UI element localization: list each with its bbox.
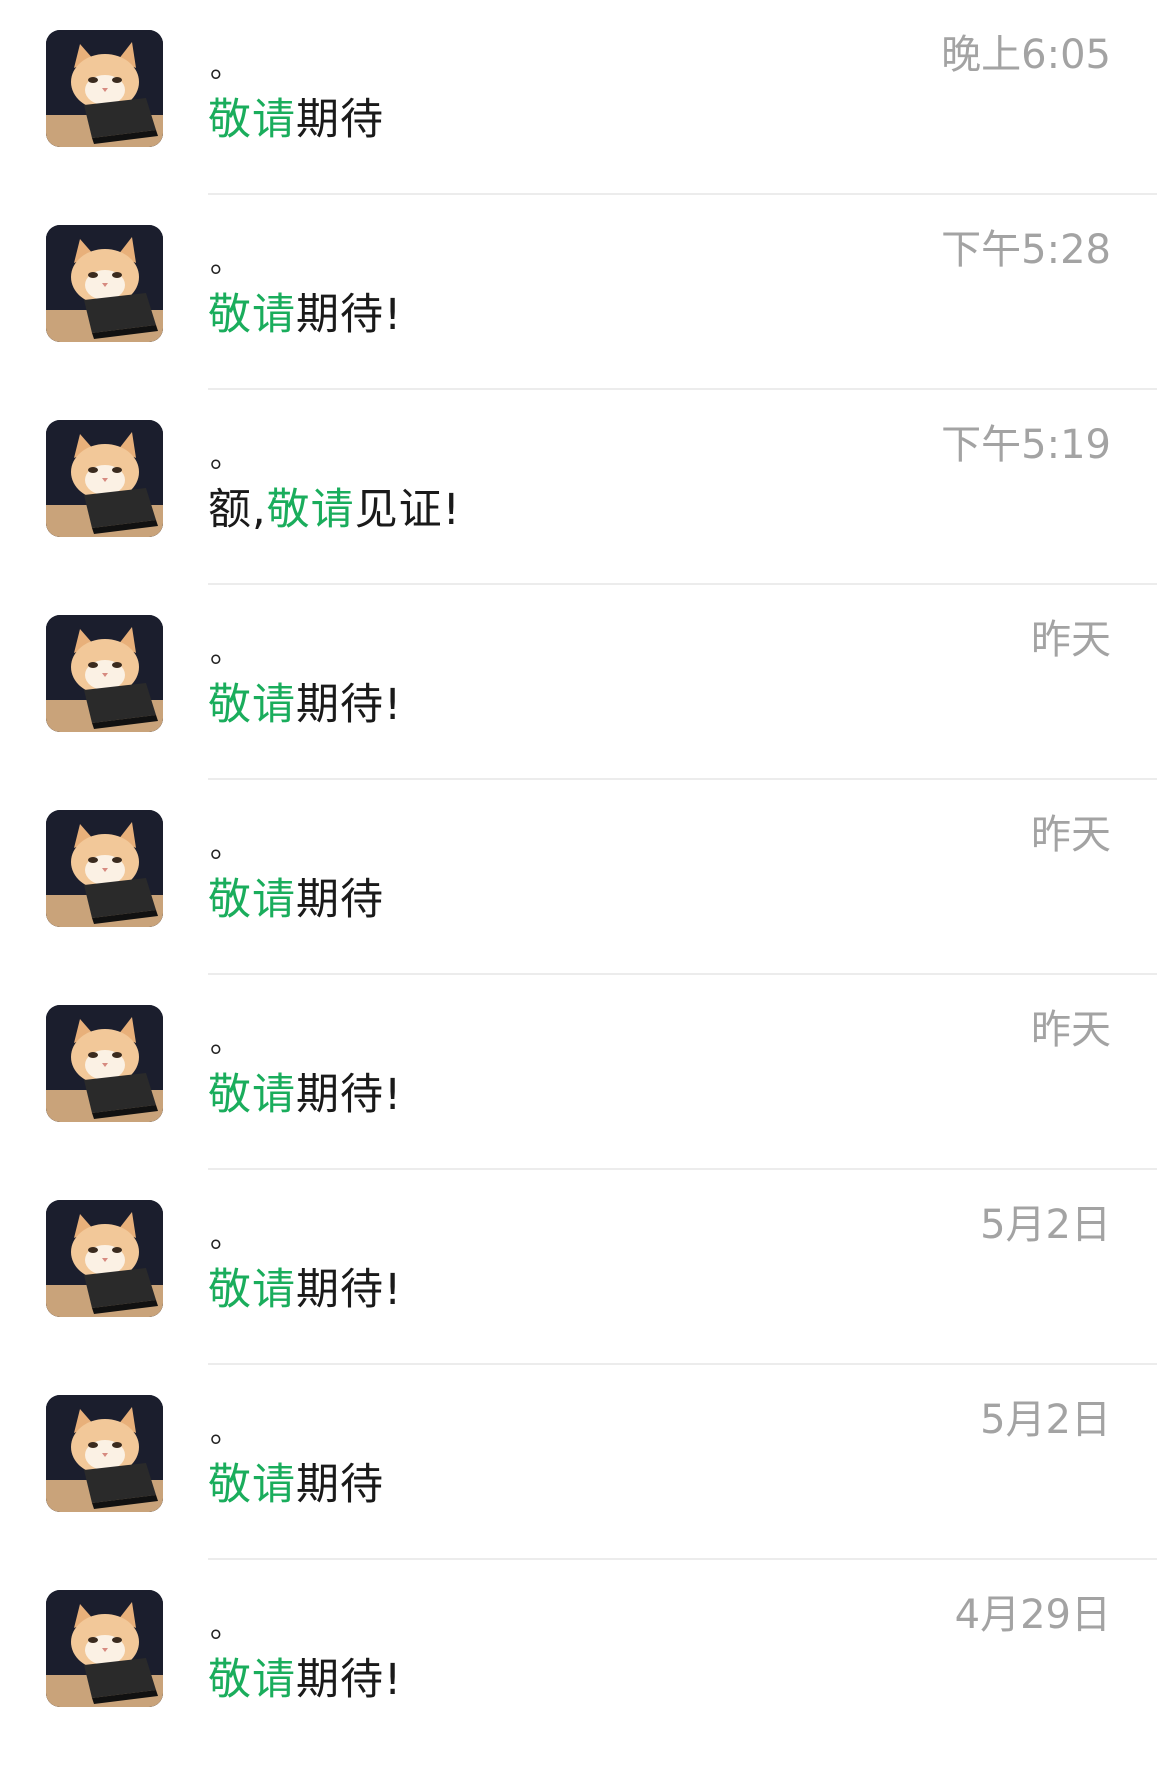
cat-avatar-icon[interactable] — [46, 810, 163, 927]
conversation-row[interactable]: 。 敬请期待 昨天 — [0, 780, 1175, 975]
cat-avatar-icon[interactable] — [46, 30, 163, 147]
conversation-row[interactable]: 。 额,敬请见证! 下午5:19 — [0, 390, 1175, 585]
message-preview: 敬请期待! — [208, 287, 402, 343]
contact-name: 。 — [210, 1025, 240, 1060]
message-time: 4月29日 — [954, 1592, 1111, 1638]
message-suffix: 期待 — [296, 95, 384, 145]
message-time: 昨天 — [1031, 1007, 1111, 1053]
contact-name: 。 — [210, 1415, 240, 1450]
cat-avatar-icon[interactable] — [46, 1005, 163, 1122]
cat-avatar-icon[interactable] — [46, 225, 163, 342]
message-time: 昨天 — [1031, 812, 1111, 858]
message-preview: 敬请期待! — [208, 1067, 402, 1123]
message-suffix: 见证! — [354, 485, 461, 535]
message-time: 5月2日 — [980, 1202, 1111, 1248]
message-time: 昨天 — [1031, 617, 1111, 663]
conversation-row[interactable]: 。 敬请期待! 昨天 — [0, 975, 1175, 1170]
contact-name: 。 — [210, 1610, 240, 1645]
message-time: 下午5:28 — [941, 227, 1111, 273]
cat-avatar-icon[interactable] — [46, 1590, 163, 1707]
cat-avatar-icon[interactable] — [46, 1200, 163, 1317]
message-suffix: 期待! — [296, 1655, 403, 1705]
search-highlight: 敬请 — [208, 1265, 296, 1315]
conversation-row[interactable]: 。 敬请期待 5月2日 — [0, 1365, 1175, 1560]
conversation-row[interactable]: 。 敬请期待! 4月29日 — [0, 1560, 1175, 1755]
message-time: 晚上6:05 — [941, 32, 1111, 78]
message-prefix: 额, — [208, 485, 267, 535]
conversation-row[interactable]: 。 敬请期待! 下午5:28 — [0, 195, 1175, 390]
search-highlight: 敬请 — [208, 680, 296, 730]
message-suffix: 期待! — [296, 680, 403, 730]
message-time: 5月2日 — [980, 1397, 1111, 1443]
contact-name: 。 — [210, 1220, 240, 1255]
message-suffix: 期待! — [296, 290, 403, 340]
conversation-row[interactable]: 。 敬请期待 晚上6:05 — [0, 0, 1175, 195]
message-preview: 敬请期待 — [208, 872, 384, 928]
search-highlight: 敬请 — [208, 290, 296, 340]
message-preview: 敬请期待! — [208, 677, 402, 733]
message-suffix: 期待! — [296, 1070, 403, 1120]
conversation-row[interactable]: 。 敬请期待! 昨天 — [0, 585, 1175, 780]
message-preview: 敬请期待! — [208, 1652, 402, 1708]
search-highlight: 敬请 — [208, 1655, 296, 1705]
message-suffix: 期待 — [296, 875, 384, 925]
contact-name: 。 — [210, 245, 240, 280]
search-highlight: 敬请 — [266, 485, 355, 535]
message-preview: 敬请期待! — [208, 1262, 402, 1318]
search-highlight: 敬请 — [208, 1070, 296, 1120]
search-highlight: 敬请 — [208, 875, 296, 925]
contact-name: 。 — [210, 440, 240, 475]
chat-search-results-list: 。 敬请期待 晚上6:05 。 敬请期待! 下午5:28 。 额,敬请见证! 下… — [0, 0, 1175, 1765]
contact-name: 。 — [210, 830, 240, 865]
cat-avatar-icon[interactable] — [46, 420, 163, 537]
message-preview: 敬请期待 — [208, 92, 384, 148]
message-preview: 额,敬请见证! — [208, 482, 461, 538]
conversation-row[interactable]: 。 敬请期待! 5月2日 — [0, 1170, 1175, 1365]
message-suffix: 期待 — [296, 1460, 384, 1510]
cat-avatar-icon[interactable] — [46, 615, 163, 732]
message-suffix: 期待! — [296, 1265, 403, 1315]
message-preview: 敬请期待 — [208, 1457, 384, 1513]
message-time: 下午5:19 — [941, 422, 1111, 468]
contact-name: 。 — [210, 50, 240, 85]
search-highlight: 敬请 — [208, 1460, 296, 1510]
search-highlight: 敬请 — [208, 95, 296, 145]
cat-avatar-icon[interactable] — [46, 1395, 163, 1512]
contact-name: 。 — [210, 635, 240, 670]
